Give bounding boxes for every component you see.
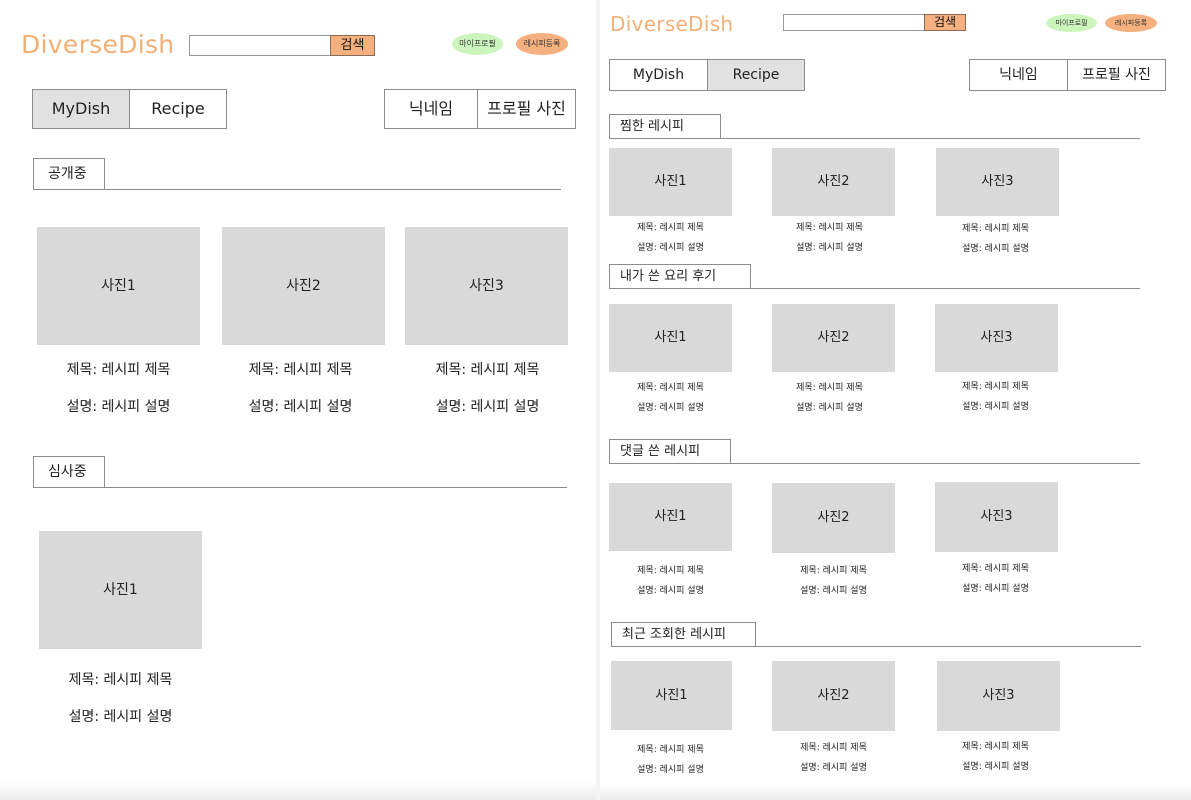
recipe-description: 설명: 레시피 설명: [796, 403, 863, 413]
recipe-title: 제목: 레시피 제목: [962, 564, 1029, 574]
recipe-photo[interactable]: 사진2: [222, 227, 385, 345]
nickname-button[interactable]: 닉네임: [969, 59, 1068, 91]
recipe-title: 제목: 레시피 제목: [248, 362, 353, 378]
recipe-photo[interactable]: 사진2: [772, 304, 895, 372]
section-title-commented: 댓글 쓴 레시피: [609, 439, 731, 464]
recipe-title: 제목: 레시피 제목: [637, 566, 704, 576]
recipe-description: 설명: 레시피 설명: [800, 586, 867, 596]
recipe-photo[interactable]: 사진1: [39, 531, 202, 649]
register-recipe-button[interactable]: 레시피등록: [516, 33, 568, 55]
recipe-screen: DiverseDish 검색 마이프로필 레시피등록 MyDish Recipe…: [600, 0, 1191, 800]
recipe-title: 제목: 레시피 제목: [796, 223, 863, 233]
section-divider: [104, 189, 561, 190]
recipe-title: 제목: 레시피 제목: [637, 745, 704, 755]
recipe-description: 설명: 레시피 설명: [637, 765, 704, 775]
recipe-description: 설명: 레시피 설명: [68, 709, 173, 725]
tab-mydish[interactable]: MyDish: [609, 59, 708, 91]
recipe-photo[interactable]: 사진2: [772, 483, 895, 553]
profile-photo-button[interactable]: 프로필 사진: [1067, 59, 1166, 91]
recipe-photo[interactable]: 사진2: [772, 148, 895, 216]
recipe-title: 제목: 레시피 제목: [962, 382, 1029, 392]
recipe-title: 제목: 레시피 제목: [66, 362, 171, 378]
recipe-title: 제목: 레시피 제목: [435, 362, 540, 378]
recipe-title: 제목: 레시피 제목: [637, 383, 704, 393]
recipe-title: 제목: 레시피 제목: [800, 566, 867, 576]
recipe-description: 설명: 레시피 설명: [637, 586, 704, 596]
my-profile-button[interactable]: 마이프로필: [1046, 14, 1097, 32]
recipe-photo[interactable]: 사진3: [937, 661, 1060, 731]
section-title-liked: 찜한 레시피: [609, 114, 721, 139]
search-button[interactable]: 검색: [924, 14, 966, 31]
nickname-button[interactable]: 닉네임: [384, 89, 478, 129]
recipe-title: 제목: 레시피 제목: [962, 224, 1029, 234]
my-profile-button[interactable]: 마이프로필: [452, 33, 503, 55]
recipe-description: 설명: 레시피 설명: [637, 403, 704, 413]
recipe-title: 제목: 레시피 제목: [962, 742, 1029, 752]
logo[interactable]: DiverseDish: [610, 12, 733, 36]
logo[interactable]: DiverseDish: [21, 30, 174, 59]
recipe-title: 제목: 레시피 제목: [796, 383, 863, 393]
recipe-description: 설명: 레시피 설명: [800, 763, 867, 773]
recipe-photo[interactable]: 사진3: [935, 304, 1058, 372]
recipe-description: 설명: 레시피 설명: [962, 762, 1029, 772]
recipe-title: 제목: 레시피 제목: [800, 743, 867, 753]
recipe-photo[interactable]: 사진2: [772, 661, 895, 731]
recipe-title: 제목: 레시피 제목: [637, 223, 704, 233]
section-title-my-reviews: 내가 쓴 요리 후기: [609, 264, 751, 289]
search-button[interactable]: 검색: [330, 35, 375, 56]
recipe-description: 설명: 레시피 설명: [435, 399, 540, 415]
register-recipe-button[interactable]: 레시피등록: [1105, 14, 1157, 32]
section-title-under-review: 심사중: [33, 456, 105, 488]
recipe-description: 설명: 레시피 설명: [248, 399, 353, 415]
section-title-recently-viewed: 최근 조회한 레시피: [611, 622, 756, 647]
recipe-photo[interactable]: 사진3: [405, 227, 568, 345]
recipe-photo[interactable]: 사진3: [936, 148, 1059, 216]
section-title-public: 공개중: [33, 158, 105, 190]
recipe-photo[interactable]: 사진1: [611, 661, 732, 730]
recipe-photo[interactable]: 사진3: [935, 482, 1058, 552]
section-divider: [730, 463, 1140, 464]
recipe-photo[interactable]: 사진1: [609, 304, 732, 372]
tab-recipe[interactable]: Recipe: [129, 89, 227, 129]
tab-mydish[interactable]: MyDish: [32, 89, 130, 129]
recipe-description: 설명: 레시피 설명: [796, 243, 863, 253]
search-input[interactable]: [783, 14, 925, 31]
profile-photo-button[interactable]: 프로필 사진: [477, 89, 576, 129]
recipe-title: 제목: 레시피 제목: [68, 672, 173, 688]
recipe-photo[interactable]: 사진1: [37, 227, 200, 345]
recipe-description: 설명: 레시피 설명: [66, 399, 171, 415]
recipe-description: 설명: 레시피 설명: [962, 402, 1029, 412]
recipe-description: 설명: 레시피 설명: [637, 243, 704, 253]
recipe-photo[interactable]: 사진1: [609, 483, 732, 551]
mydish-screen: DiverseDish 검색 마이프로필 레시피등록 MyDish Recipe…: [0, 0, 596, 800]
tab-recipe[interactable]: Recipe: [707, 59, 805, 91]
recipe-description: 설명: 레시피 설명: [962, 244, 1029, 254]
section-divider: [755, 646, 1141, 647]
recipe-photo[interactable]: 사진1: [609, 148, 732, 216]
section-divider: [750, 288, 1140, 289]
section-divider: [104, 487, 567, 488]
section-divider: [720, 138, 1140, 139]
search-input[interactable]: [189, 35, 331, 56]
recipe-description: 설명: 레시피 설명: [962, 584, 1029, 594]
